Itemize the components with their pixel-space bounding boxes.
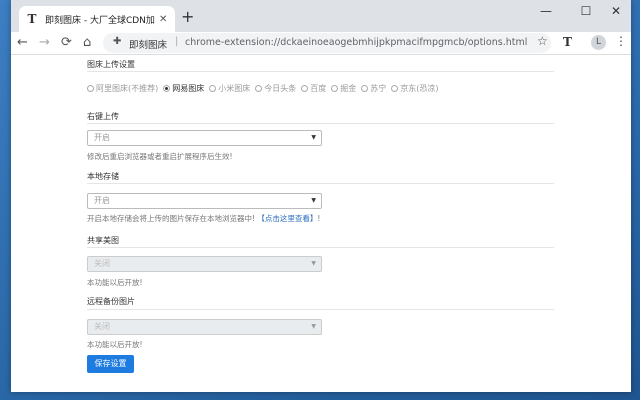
omnibox-separator: | xyxy=(175,36,179,47)
share-category-hint: 本功能以后开放! xyxy=(87,278,143,287)
tab-title: 即刻图床 - 大厂全球CDN加速免 xyxy=(45,15,155,26)
share-category-select: 关闭 ▼ xyxy=(87,256,322,272)
select-value: 开启 xyxy=(94,133,110,142)
new-tab-button[interactable]: + xyxy=(181,8,194,26)
hint-text: 开启本地存储会将上传的图片保存在本地浏览器中! xyxy=(87,214,256,223)
hint-suffix: ! xyxy=(317,214,321,223)
radio-button[interactable] xyxy=(209,85,217,92)
options-page: 图床上传设置 阿里图床(不推荐) 网易图床 小米图床 今日头条 百度 掘金 苏宁 京东(恐凉)… xyxy=(11,55,631,392)
image-host-option[interactable]: 网易图床 xyxy=(163,83,204,94)
profile-avatar[interactable]: L xyxy=(591,35,606,50)
local-storage-select[interactable]: 开启 ▼ xyxy=(87,193,322,209)
divider xyxy=(87,71,554,72)
divider xyxy=(87,247,554,248)
radio-label: 百度 xyxy=(310,84,327,93)
divider xyxy=(87,309,554,310)
active-tab[interactable]: T 即刻图床 - 大厂全球CDN加速免 ✕ xyxy=(19,6,175,32)
dropdown-arrow-icon: ▼ xyxy=(311,323,316,330)
tab-close-icon[interactable]: ✕ xyxy=(159,14,167,25)
context-upload-hint: 修改后重启浏览器或者重启扩展程序后生效! xyxy=(87,152,233,161)
extension-icon[interactable]: T xyxy=(563,35,572,49)
image-host-option[interactable]: 阿里图床(不推荐) xyxy=(87,83,158,94)
remote-backup-select: 关闭 ▼ xyxy=(87,319,322,335)
share-category-title: 共享美图 xyxy=(87,236,119,245)
radio-button[interactable] xyxy=(87,85,94,92)
remote-backup-hint: 本功能以后开放! xyxy=(87,340,143,349)
context-upload-select[interactable]: 开启 ▼ xyxy=(87,130,322,146)
save-settings-button[interactable]: 保存设置 xyxy=(87,355,134,373)
extension-name: 即刻图床 xyxy=(129,40,168,51)
radio-label: 阿里图床(不推荐) xyxy=(96,84,159,93)
address-bar[interactable]: ✚ 即刻图床 | chrome-extension://dckaeinoeaog… xyxy=(103,33,551,53)
radio-label: 京东(恐凉) xyxy=(400,84,439,93)
url-text: chrome-extension://dckaeinoeaogebmhijpkp… xyxy=(185,37,528,48)
image-host-option[interactable]: 今日头条 xyxy=(255,83,296,94)
image-host-option[interactable]: 小米图床 xyxy=(209,83,250,94)
browser-window: T 即刻图床 - 大厂全球CDN加速免 ✕ + — ☐ ✕ ← → ⟳ ⌂ ✚ … xyxy=(11,0,631,392)
menu-icon[interactable]: ⋮ xyxy=(615,34,627,48)
context-upload-title: 右键上传 xyxy=(87,112,119,121)
forward-button[interactable]: → xyxy=(39,34,50,52)
select-value: 关闭 xyxy=(94,259,110,268)
image-host-option[interactable]: 百度 xyxy=(301,83,326,94)
maximize-button[interactable]: ☐ xyxy=(571,2,601,20)
browser-toolbar: ← → ⟳ ⌂ ✚ 即刻图床 | chrome-extension://dcka… xyxy=(11,32,631,55)
remote-backup-title: 远程备份图片 xyxy=(87,297,135,306)
view-local-link[interactable]: 【点击这里查看】 xyxy=(257,214,317,223)
dropdown-arrow-icon: ▼ xyxy=(311,134,316,141)
radio-button[interactable] xyxy=(255,85,263,92)
minimize-button[interactable]: — xyxy=(531,2,561,20)
radio-label: 网易图床 xyxy=(172,84,205,93)
image-host-option[interactable]: 京东(恐凉) xyxy=(391,83,439,94)
tab-favicon-icon: T xyxy=(27,12,37,26)
radio-button[interactable] xyxy=(331,85,339,92)
divider xyxy=(87,183,554,184)
image-host-option[interactable]: 掘金 xyxy=(331,83,356,94)
reload-button[interactable]: ⟳ xyxy=(61,34,72,52)
radio-button[interactable] xyxy=(361,85,369,92)
select-value: 开启 xyxy=(94,196,110,205)
upload-section-title: 图床上传设置 xyxy=(87,60,135,69)
radio-label: 苏宁 xyxy=(370,84,387,93)
radio-label: 今日头条 xyxy=(264,84,297,93)
local-storage-title: 本地存储 xyxy=(87,172,119,181)
dropdown-arrow-icon: ▼ xyxy=(311,197,316,204)
dropdown-arrow-icon: ▼ xyxy=(311,260,316,267)
image-host-option[interactable]: 苏宁 xyxy=(361,83,386,94)
radio-button[interactable] xyxy=(163,85,171,92)
radio-label: 掘金 xyxy=(340,84,357,93)
radio-button[interactable] xyxy=(391,85,399,92)
title-bar: T 即刻图床 - 大厂全球CDN加速免 ✕ + — ☐ ✕ xyxy=(11,0,631,32)
select-value: 关闭 xyxy=(94,322,110,331)
local-storage-hint: 开启本地存储会将上传的图片保存在本地浏览器中! 【点击这里查看】! xyxy=(87,213,320,224)
image-host-radio-group: 阿里图床(不推荐) 网易图床 小米图床 今日头条 百度 掘金 苏宁 京东(恐凉) xyxy=(87,83,444,94)
radio-button[interactable] xyxy=(301,85,309,92)
radio-label: 小米图床 xyxy=(218,84,251,93)
home-button[interactable]: ⌂ xyxy=(83,34,91,52)
puzzle-icon: ✚ xyxy=(113,36,122,47)
bookmark-star-icon[interactable]: ☆ xyxy=(537,34,548,48)
close-window-button[interactable]: ✕ xyxy=(601,2,631,20)
divider xyxy=(87,123,554,124)
back-button[interactable]: ← xyxy=(17,34,28,52)
